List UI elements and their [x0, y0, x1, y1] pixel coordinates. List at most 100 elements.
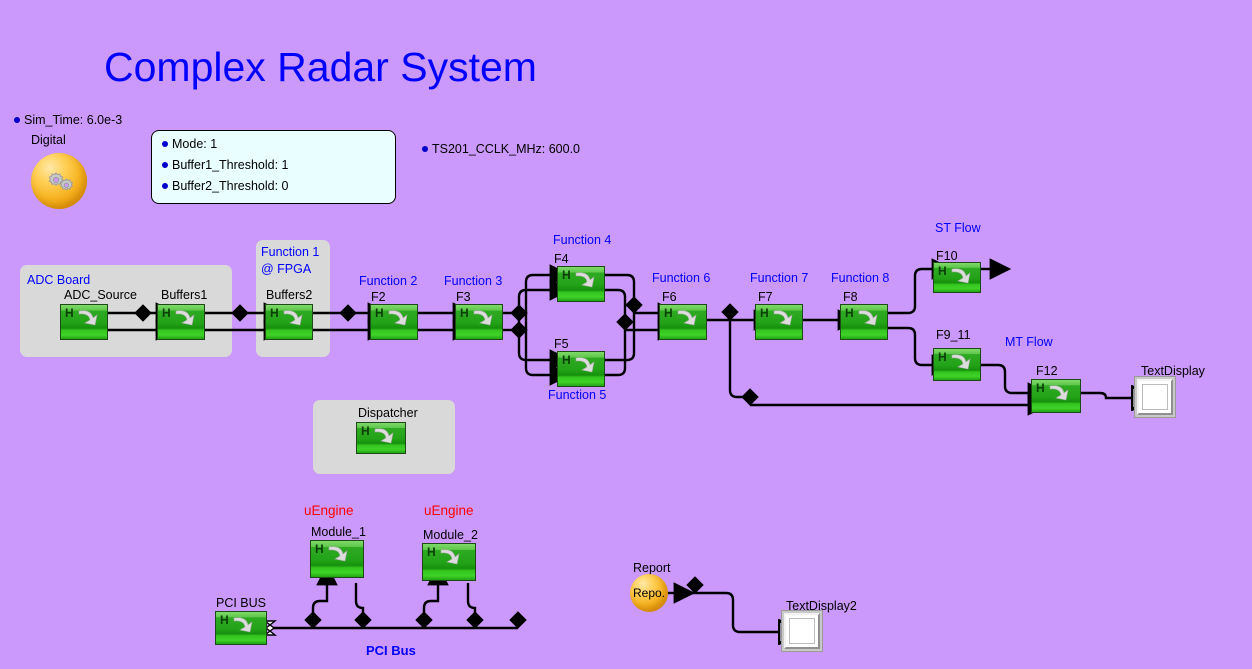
label-f9-11: F9_11	[936, 328, 971, 342]
text-display2-surface	[789, 618, 815, 644]
block-f6[interactable]: H	[659, 304, 707, 340]
group-label-adc-board: ADC Board	[27, 273, 91, 287]
block-f3[interactable]: H	[455, 304, 503, 340]
param-item-buffer2-threshold: Buffer2_Threshold: 0	[162, 179, 395, 193]
label-f12: F12	[1036, 364, 1058, 378]
swoosh-arrow-icon	[374, 428, 394, 444]
bullet-icon	[162, 161, 168, 168]
label-dispatcher: Dispatcher	[358, 406, 418, 420]
label-f8: F8	[843, 290, 858, 304]
label-f4: F4	[554, 252, 569, 266]
label-function8: Function 8	[831, 271, 890, 285]
block-glyph-h: H	[460, 306, 469, 320]
label-uengine-1: uEngine	[304, 503, 354, 518]
block-f12[interactable]: H	[1031, 379, 1081, 413]
swoosh-arrow-icon	[773, 310, 793, 326]
label-text-display: TextDisplay	[1141, 364, 1205, 378]
param-item-buffer1-threshold: Buffer1_Threshold: 1	[162, 158, 395, 172]
swoosh-arrow-icon	[473, 310, 493, 326]
swoosh-arrow-icon	[78, 310, 98, 326]
block-buffers2[interactable]: H	[265, 304, 313, 340]
block-f4[interactable]: H	[557, 266, 605, 302]
block-adc-source[interactable]: H	[60, 304, 108, 340]
block-glyph-h: H	[315, 542, 324, 556]
sim-time-annotation: Sim_Time: 6.0e-3	[14, 113, 122, 127]
label-pci-bus: PCI Bus	[366, 643, 416, 658]
ts201-clock-annotation: TS201_CCLK_MHz: 600.0	[422, 142, 580, 156]
label-function6: Function 6	[652, 271, 711, 285]
label-f2: F2	[371, 290, 386, 304]
block-glyph-h: H	[845, 306, 854, 320]
text-display-widget[interactable]	[1137, 379, 1173, 415]
block-f10[interactable]: H	[933, 262, 981, 293]
block-f9-11[interactable]: H	[933, 348, 981, 381]
bullet-icon	[422, 145, 428, 152]
swoosh-arrow-icon	[233, 617, 253, 633]
block-glyph-h: H	[664, 306, 673, 320]
report-node[interactable]: Repo.	[630, 574, 668, 612]
block-glyph-h: H	[562, 353, 571, 367]
block-glyph-h: H	[760, 306, 769, 320]
block-glyph-h: H	[562, 268, 571, 282]
parameter-box: Mode: 1 Buffer1_Threshold: 1 Buffer2_Thr…	[151, 130, 396, 204]
label-function3: Function 3	[444, 274, 503, 288]
block-f8[interactable]: H	[840, 304, 888, 340]
swoosh-arrow-icon	[283, 310, 303, 326]
label-function4: Function 4	[553, 233, 612, 247]
label-uengine-2: uEngine	[424, 503, 474, 518]
swoosh-arrow-icon	[440, 549, 460, 565]
swoosh-arrow-icon	[1049, 385, 1069, 401]
block-f5[interactable]: H	[557, 351, 605, 387]
block-glyph-h: H	[938, 350, 947, 364]
page-title: Complex Radar System	[104, 44, 537, 90]
label-f3: F3	[456, 290, 471, 304]
swoosh-arrow-icon	[951, 354, 971, 370]
block-buffers1[interactable]: H	[157, 304, 205, 340]
block-glyph-h: H	[162, 306, 171, 320]
report-node-text: Repo.	[632, 586, 666, 600]
block-glyph-h: H	[361, 424, 370, 438]
block-module-1[interactable]: H	[310, 540, 364, 578]
digital-gears-icon[interactable]	[31, 153, 87, 209]
label-function5: Function 5	[548, 388, 607, 402]
group-label-fpga-line2: @ FPGA	[261, 262, 312, 276]
block-glyph-h: H	[1036, 381, 1045, 395]
group-label-fpga-line1: Function 1	[261, 245, 320, 259]
label-mt-flow: MT Flow	[1005, 335, 1053, 349]
block-glyph-h: H	[938, 264, 947, 278]
digital-label: Digital	[31, 133, 66, 147]
block-f7[interactable]: H	[755, 304, 803, 340]
label-function7: Function 7	[750, 271, 809, 285]
label-f6: F6	[662, 290, 677, 304]
label-function2: Function 2	[359, 274, 418, 288]
label-report: Report	[633, 561, 671, 575]
block-dispatcher[interactable]: H	[356, 422, 406, 454]
swoosh-arrow-icon	[175, 310, 195, 326]
label-pci-bus-block: PCI BUS	[216, 596, 267, 610]
label-module-1: Module_1	[311, 525, 366, 539]
label-buffers2: Buffers2	[266, 288, 313, 302]
swoosh-arrow-icon	[677, 310, 697, 326]
block-pci-bus[interactable]: H	[215, 611, 267, 645]
label-f7: F7	[758, 290, 773, 304]
text-display2-widget[interactable]	[784, 613, 820, 649]
diagram-canvas: Complex Radar System Sim_Time: 6.0e-3 TS…	[0, 0, 1252, 669]
swoosh-arrow-icon	[328, 546, 348, 562]
block-glyph-h: H	[65, 306, 74, 320]
bullet-icon	[162, 140, 168, 147]
block-f2[interactable]: H	[370, 304, 418, 340]
text-display-surface	[1142, 384, 1168, 410]
label-module-2: Module_2	[423, 528, 478, 542]
block-module-2[interactable]: H	[422, 543, 476, 581]
gears-icon	[48, 172, 73, 191]
label-f10: F10	[936, 249, 958, 263]
label-buffers1: Buffers1	[161, 288, 208, 302]
swoosh-arrow-icon	[575, 357, 595, 373]
label-adc-source: ADC_Source	[64, 288, 137, 302]
swoosh-arrow-icon	[858, 310, 878, 326]
param-item-mode: Mode: 1	[162, 137, 395, 151]
block-glyph-h: H	[427, 545, 436, 559]
label-st-flow: ST Flow	[935, 221, 981, 235]
bullet-icon	[14, 116, 20, 123]
bullet-icon	[162, 182, 168, 189]
